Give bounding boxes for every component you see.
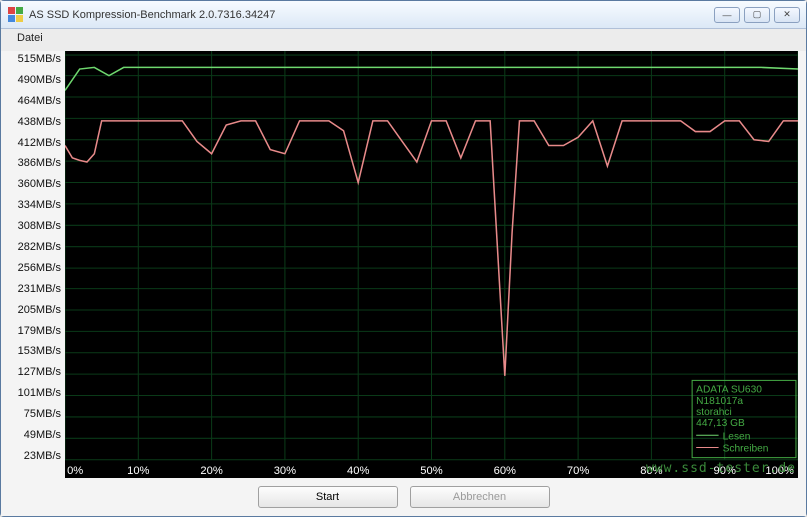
svg-text:447,13 GB: 447,13 GB (696, 418, 745, 429)
titlebar: AS SSD Kompression-Benchmark 2.0.7316.34… (1, 1, 806, 29)
chart-svg: 0%10%20%30%40%50%60%70%80%90%100% ADATA … (65, 51, 798, 478)
abort-button[interactable]: Abbrechen (410, 486, 550, 508)
plot-area: 0%10%20%30%40%50%60%70%80%90%100% ADATA … (65, 51, 798, 478)
svg-text:50%: 50% (420, 465, 442, 477)
svg-text:ADATA SU630: ADATA SU630 (696, 385, 762, 396)
y-tick-label: 334MB/s (9, 199, 61, 211)
svg-text:0%: 0% (67, 465, 83, 477)
y-tick-label: 153MB/s (9, 345, 61, 357)
minimize-button[interactable]: — (714, 7, 740, 23)
svg-text:Schreiben: Schreiben (723, 444, 769, 455)
y-tick-label: 282MB/s (9, 241, 61, 253)
y-tick-label: 308MB/s (9, 220, 61, 232)
svg-text:30%: 30% (274, 465, 296, 477)
y-tick-label: 490MB/s (9, 74, 61, 86)
app-window: AS SSD Kompression-Benchmark 2.0.7316.34… (0, 0, 807, 517)
svg-text:Lesen: Lesen (723, 431, 751, 442)
y-tick-label: 49MB/s (9, 429, 61, 441)
y-tick-label: 205MB/s (9, 304, 61, 316)
y-tick-label: 438MB/s (9, 116, 61, 128)
y-tick-label: 515MB/s (9, 53, 61, 65)
y-tick-label: 23MB/s (9, 450, 61, 462)
y-tick-label: 179MB/s (9, 325, 61, 337)
svg-text:70%: 70% (567, 465, 589, 477)
svg-text:N181017a: N181017a (696, 396, 743, 407)
y-tick-label: 127MB/s (9, 366, 61, 378)
menu-file[interactable]: Datei (13, 30, 47, 46)
chart: 515MB/s 490MB/s 464MB/s 438MB/s 412MB/s 386MB… (9, 51, 798, 478)
svg-text:40%: 40% (347, 465, 369, 477)
close-button[interactable]: ✕ (774, 7, 800, 23)
svg-text:storahci: storahci (696, 407, 732, 418)
y-tick-label: 412MB/s (9, 137, 61, 149)
y-tick-label: 231MB/s (9, 283, 61, 295)
svg-text:10%: 10% (127, 465, 149, 477)
y-tick-label: 256MB/s (9, 262, 61, 274)
y-tick-label: 101MB/s (9, 387, 61, 399)
start-button[interactable]: Start (258, 486, 398, 508)
maximize-button[interactable]: ▢ (744, 7, 770, 23)
window-buttons: — ▢ ✕ (714, 7, 800, 23)
y-tick-label: 75MB/s (9, 408, 61, 420)
y-tick-label: 386MB/s (9, 157, 61, 169)
button-bar: Start Abbrechen (9, 478, 798, 510)
y-tick-label: 360MB/s (9, 178, 61, 190)
app-icon (7, 7, 23, 23)
content: 515MB/s 490MB/s 464MB/s 438MB/s 412MB/s 386MB… (1, 51, 806, 516)
svg-text:60%: 60% (494, 465, 516, 477)
watermark: www.ssd-tester.de (646, 461, 796, 476)
window-title: AS SSD Kompression-Benchmark 2.0.7316.34… (29, 9, 714, 21)
svg-text:20%: 20% (200, 465, 222, 477)
y-tick-label: 464MB/s (9, 95, 61, 107)
menu-bar: Datei (1, 29, 806, 51)
y-axis-labels: 515MB/s 490MB/s 464MB/s 438MB/s 412MB/s 386MB… (9, 51, 65, 478)
